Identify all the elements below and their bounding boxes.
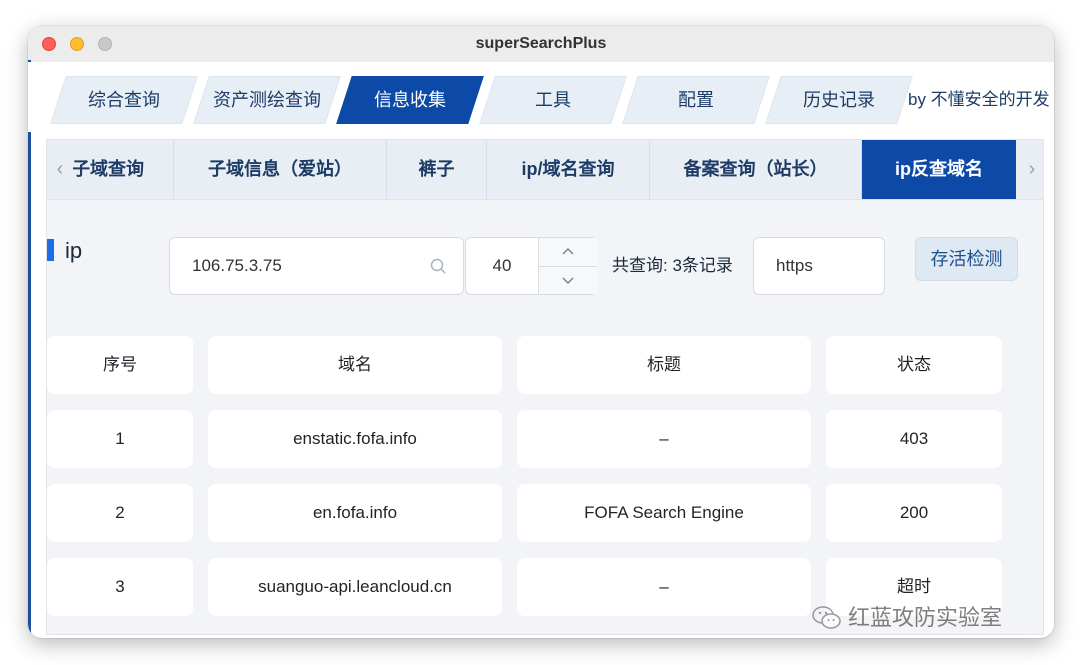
wechat-icon <box>812 606 841 629</box>
tab-tools[interactable]: 工具 <box>487 76 619 124</box>
ip-label-marker <box>47 239 54 261</box>
chevron-left-icon[interactable]: ‹ <box>47 140 73 199</box>
column-header-status: 状态 <box>826 336 1002 394</box>
total-records-text: 共查询: 3条记录 <box>612 256 733 275</box>
subtab-ip-reverse-domain[interactable]: ip反查域名 <box>862 140 1016 199</box>
table-cell-domain[interactable]: suanguo-api.leancloud.cn <box>208 558 502 616</box>
tab-history[interactable]: 历史记录 <box>773 76 905 124</box>
watermark-text: 红蓝攻防实验室 <box>848 605 1003 630</box>
subtab-icp-query[interactable]: 备案查询（站长） <box>650 140 862 199</box>
tab-config[interactable]: 配置 <box>630 76 762 124</box>
column-header-no: 序号 <box>47 336 193 394</box>
content-panel: ‹ 子域查询 子域信息（爱站） 裤子 ip/域名查询 备案查询（站长） ip反查… <box>46 139 1044 635</box>
chevron-up-icon[interactable] <box>539 238 597 267</box>
table-cell-title: FOFA Search Engine <box>517 484 811 542</box>
table-cell-status: 403 <box>826 410 1002 468</box>
ip-input-box <box>169 237 464 295</box>
window-left-accent <box>28 60 31 638</box>
title-bar: superSearchPlus <box>28 26 1054 63</box>
tab-info-collection[interactable]: 信息收集 <box>344 76 476 124</box>
chevron-right-icon[interactable]: › <box>1019 140 1045 199</box>
table-cell-domain[interactable]: en.fofa.info <box>208 484 502 542</box>
stepper-controls <box>538 238 597 294</box>
ip-label: ip <box>65 238 83 263</box>
ip-input[interactable] <box>192 238 422 294</box>
protocol-input[interactable]: https <box>776 238 813 294</box>
window-title: superSearchPlus <box>475 35 607 52</box>
chevron-down-icon[interactable] <box>539 266 597 294</box>
count-input[interactable]: 40 <box>466 238 538 294</box>
sub-tab-bar: ‹ 子域查询 子域信息（爱站） 裤子 ip/域名查询 备案查询（站长） ip反查… <box>47 140 1043 200</box>
table-cell-no: 2 <box>47 484 193 542</box>
table-cell-no: 3 <box>47 558 193 616</box>
alive-check-button[interactable]: 存活检测 <box>915 237 1018 281</box>
author-byline: by 不懂安全的开发 <box>908 90 1050 109</box>
main-tab-bar: 综合查询 资产测绘查询 信息收集 工具 配置 历史记录 by 不懂安全的开发 <box>28 62 1054 132</box>
column-header-title: 标题 <box>517 336 811 394</box>
count-stepper: 40 <box>465 237 597 295</box>
table-cell-status: 200 <box>826 484 1002 542</box>
column-header-domain: 域名 <box>208 336 502 394</box>
subtab-ip-domain-query[interactable]: ip/域名查询 <box>487 140 650 199</box>
table-cell-title: – <box>517 410 811 468</box>
subtab-subdomain-info[interactable]: 子域信息（爱站） <box>174 140 387 199</box>
table-cell-domain[interactable]: enstatic.fofa.info <box>208 410 502 468</box>
search-icon[interactable] <box>430 258 446 274</box>
tab-comprehensive-query[interactable]: 综合查询 <box>58 76 190 124</box>
subtab-subdomain-query[interactable]: 子域查询 <box>73 140 174 199</box>
app-window: superSearchPlus 综合查询 资产测绘查询 信息收集 工具 配置 历… <box>28 26 1054 638</box>
table-cell-title: – <box>517 558 811 616</box>
tab-asset-mapping[interactable]: 资产测绘查询 <box>201 76 333 124</box>
protocol-input-box[interactable]: https <box>753 237 885 295</box>
table-cell-no: 1 <box>47 410 193 468</box>
subtab-kuzi[interactable]: 裤子 <box>387 140 487 199</box>
